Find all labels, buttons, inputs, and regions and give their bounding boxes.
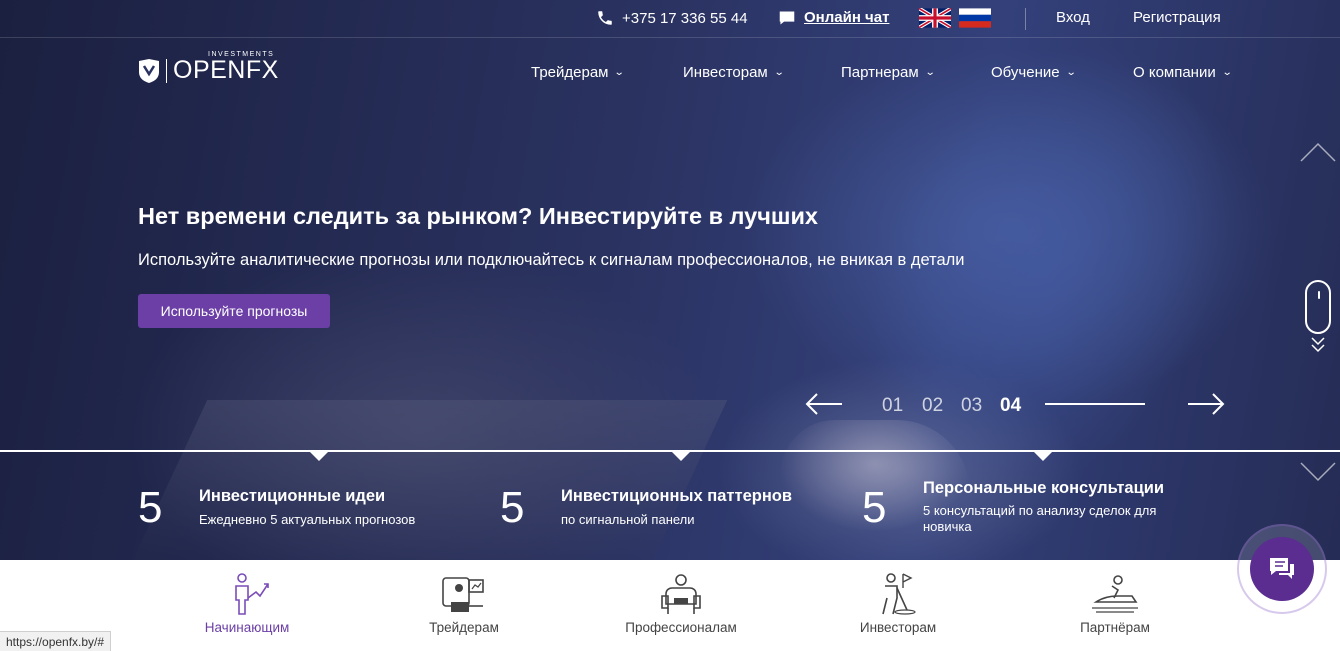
- nav-item-traders[interactable]: Трейдерам ⌄: [531, 64, 626, 81]
- chevron-down-icon: ⌄: [1221, 67, 1233, 78]
- stat-description: 5 консультаций по анализу сделок для нов…: [923, 503, 1157, 534]
- logo-divider: [166, 58, 167, 83]
- phone-icon: [598, 11, 612, 25]
- chevron-down-icon: ⌄: [773, 67, 785, 78]
- nav-item-education[interactable]: Обучение ⌄: [991, 64, 1077, 81]
- nav-item-investors[interactable]: Инвесторам ⌄: [683, 64, 785, 81]
- slide-indicator[interactable]: 03: [961, 395, 982, 417]
- chat-bubble-icon: [779, 10, 795, 25]
- stat-title: Инвестиционных паттернов: [561, 487, 793, 505]
- stat-description: Ежедневно 5 актуальных прогнозов: [199, 512, 416, 527]
- slide-indicator[interactable]: 01: [882, 395, 903, 417]
- phone-number: +375 17 336 55 44: [622, 9, 748, 27]
- nav-label: О компании: [1133, 64, 1216, 81]
- openfx-shield-icon: [139, 58, 159, 83]
- nav-label: Инвесторам: [683, 64, 768, 81]
- russian-flag-icon[interactable]: [959, 8, 991, 28]
- nav-label: Обучение: [991, 64, 1060, 81]
- hero-title: Нет времени следить за рынком? Инвестиру…: [138, 203, 818, 229]
- stat-number: 5: [138, 483, 163, 532]
- audience-tab-professionals[interactable]: Профессионалам: [601, 560, 761, 651]
- investor-golf-icon: [882, 573, 916, 615]
- audience-label: Трейдерам: [429, 620, 499, 635]
- audience-label: Начинающим: [204, 620, 290, 635]
- chat-widget-button[interactable]: [1250, 537, 1314, 601]
- stats-pointer: [309, 451, 329, 461]
- browser-status-url: https://openfx.by/#: [0, 631, 112, 651]
- chat-bubbles-icon: [1270, 558, 1294, 579]
- hero-laptop-shape: [132, 400, 728, 560]
- chevron-down-icon: ⌄: [614, 67, 626, 78]
- audience-label: Профессионалам: [625, 620, 737, 635]
- nav-label: Трейдерам: [531, 64, 609, 81]
- partner-jetski-icon: [1092, 575, 1138, 613]
- nav-item-about[interactable]: О компании ⌄: [1133, 64, 1233, 81]
- register-link[interactable]: Регистрация: [1133, 9, 1221, 26]
- logo-tagline: INVESTMENTS: [208, 51, 275, 58]
- site-logo[interactable]: OPENFX INVESTMENTS: [138, 51, 279, 85]
- audience-label: Инвесторам: [859, 620, 937, 635]
- slide-indicator-active[interactable]: 04: [1000, 395, 1021, 417]
- audience-tab-partners[interactable]: Партнёрам: [1035, 560, 1195, 651]
- audience-tab-investors[interactable]: Инвесторам: [818, 560, 978, 651]
- english-flag-icon[interactable]: [919, 8, 951, 28]
- use-forecasts-button[interactable]: Используйте прогнозы: [138, 294, 330, 328]
- slide-progress-line: [1045, 403, 1145, 405]
- chevron-down-icon: ⌄: [1065, 67, 1077, 78]
- scroll-up-chevron-icon[interactable]: [1300, 142, 1336, 162]
- audience-tab-traders[interactable]: Трейдерам: [384, 560, 544, 651]
- scroll-down-chevron-icon[interactable]: [1300, 462, 1336, 482]
- stats-pointer: [1033, 451, 1053, 461]
- top-bar: +375 17 336 55 44 Онлайн чат Вход Регист…: [0, 0, 1340, 38]
- logo-wordmark: OPENFX: [173, 56, 279, 84]
- nav-item-partners[interactable]: Партнерам ⌄: [841, 64, 936, 81]
- scroll-mouse-icon[interactable]: [1305, 280, 1331, 334]
- online-chat-link[interactable]: Онлайн чат: [778, 9, 889, 26]
- stat-title: Инвестиционные идеи: [199, 487, 386, 505]
- online-chat-label: Онлайн чат: [804, 9, 890, 26]
- stat-title: Персональные консультации: [923, 479, 1165, 497]
- slider-prev-arrow-icon[interactable]: [805, 392, 843, 416]
- stats-divider-line: [0, 450, 1340, 452]
- stats-pointer: [671, 451, 691, 461]
- nav-label: Партнерам: [841, 64, 919, 81]
- double-chevron-down-icon: [1311, 337, 1325, 353]
- professional-armchair-icon: [661, 574, 701, 614]
- phone-link[interactable]: +375 17 336 55 44: [596, 9, 748, 27]
- audience-tab-beginners[interactable]: Начинающим: [167, 560, 327, 651]
- mouse-wheel: [1318, 291, 1320, 299]
- beginner-growth-icon: [235, 573, 269, 615]
- slider-next-arrow-icon[interactable]: [1187, 392, 1225, 416]
- stat-number: 5: [500, 483, 525, 532]
- trader-desk-icon: [442, 577, 484, 612]
- login-link[interactable]: Вход: [1056, 9, 1090, 26]
- audience-bar: Начинающим Трейдерам Профессионалам Инве…: [0, 560, 1340, 651]
- top-divider: [1025, 8, 1026, 30]
- slide-indicator[interactable]: 02: [922, 395, 943, 417]
- audience-label: Партнёрам: [1080, 620, 1150, 635]
- stat-number: 5: [862, 483, 887, 532]
- stat-description: по сигнальной панели: [561, 512, 695, 527]
- hero-subtitle: Используйте аналитические прогнозы или п…: [138, 251, 965, 269]
- chevron-down-icon: ⌄: [924, 67, 936, 78]
